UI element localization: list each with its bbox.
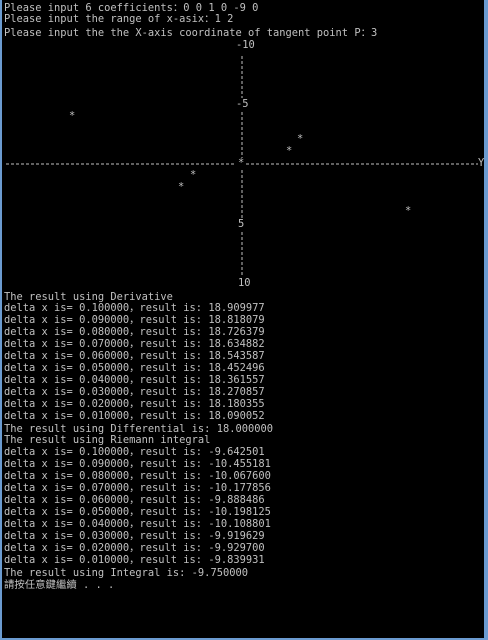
scrollbar[interactable] bbox=[484, 0, 486, 638]
riemann-header: The result using Riemann integral bbox=[4, 434, 211, 446]
result-row: delta x is= 0.030000，result is: 18.27085… bbox=[4, 386, 265, 398]
derivative-header: The result using Derivative bbox=[4, 291, 173, 303]
result-row: delta x is= 0.100000，result is: -9.64250… bbox=[4, 446, 265, 458]
plot-point: * bbox=[297, 133, 304, 145]
console-window[interactable]: Please input 6 coefficients：0 0 1 0 -9 0… bbox=[0, 0, 488, 640]
plot-point: * bbox=[178, 181, 185, 193]
result-row: delta x is= 0.100000，result is: 18.90997… bbox=[4, 302, 265, 314]
result-row: delta x is= 0.050000，result is: 18.45249… bbox=[4, 362, 265, 374]
result-row: delta x is= 0.050000，result is: -10.1981… bbox=[4, 506, 271, 518]
result-row: delta x is= 0.020000，result is: 18.18035… bbox=[4, 398, 265, 410]
result-row: delta x is= 0.090000，result is: -10.4551… bbox=[4, 458, 271, 470]
y-label-upper-mid: -5 bbox=[236, 98, 249, 110]
result-row: delta x is= 0.070000，result is: -10.1778… bbox=[4, 482, 271, 494]
result-row: delta x is= 0.080000，result is: 18.72637… bbox=[4, 326, 265, 338]
result-row: delta x is= 0.090000，result is: 18.81807… bbox=[4, 314, 265, 326]
result-row: delta x is= 0.010000，result is: 18.09005… bbox=[4, 410, 265, 422]
result-row: delta x is= 0.040000，result is: 18.36155… bbox=[4, 374, 265, 386]
y-label-top: -10 bbox=[236, 39, 255, 51]
plot-point: * bbox=[69, 110, 76, 122]
plot-point: * bbox=[286, 145, 293, 157]
origin-label: * bbox=[238, 157, 245, 169]
result-row: delta x is= 0.060000，result is: -9.88848… bbox=[4, 494, 265, 506]
plot-point: * bbox=[190, 169, 197, 181]
y-label-lower-mid: 5 bbox=[238, 218, 245, 230]
result-row: delta x is= 0.070000，result is: 18.63488… bbox=[4, 338, 265, 350]
result-row: delta x is= 0.080000，result is: -10.0676… bbox=[4, 470, 271, 482]
result-row: delta x is= 0.040000，result is: -10.1088… bbox=[4, 518, 271, 530]
result-row: delta x is= 0.010000，result is: -9.83993… bbox=[4, 554, 265, 566]
differential-result: The result using Differential is: 18.000… bbox=[4, 423, 273, 435]
plot-point: * bbox=[405, 205, 412, 217]
result-row: delta x is= 0.030000，result is: -9.91962… bbox=[4, 530, 265, 542]
result-row: delta x is= 0.060000，result is: 18.54358… bbox=[4, 350, 265, 362]
result-row: delta x is= 0.020000，result is: -9.92970… bbox=[4, 542, 265, 554]
y-label-bottom: 10 bbox=[238, 277, 251, 289]
integral-result: The result using Integral is: -9.750000 bbox=[4, 567, 248, 579]
press-any-key-prompt: 請按任意鍵繼續 . . . bbox=[4, 579, 115, 591]
